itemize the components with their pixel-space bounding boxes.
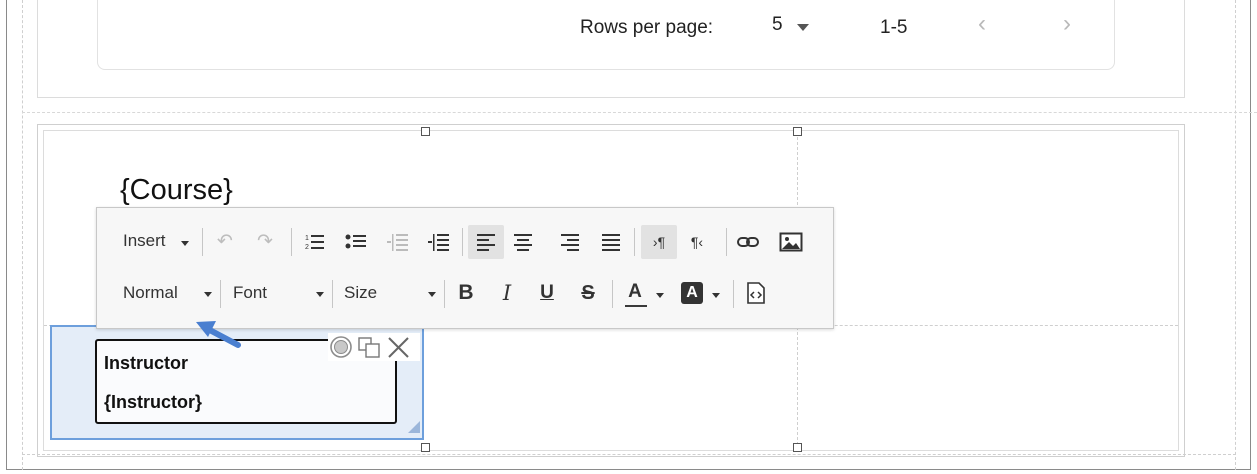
font-select[interactable]: Font <box>233 283 267 303</box>
align-left-button[interactable] <box>468 225 504 259</box>
toolbar-separator <box>202 228 203 256</box>
toolbar-separator <box>733 280 734 308</box>
resize-handle[interactable] <box>793 443 802 452</box>
background-color-button[interactable]: A <box>681 282 703 304</box>
caret-down-icon[interactable] <box>316 292 324 297</box>
bulleted-list-icon[interactable] <box>345 232 367 252</box>
link-icon[interactable] <box>736 232 760 252</box>
insert-menu[interactable]: Insert <box>123 231 166 251</box>
section-divider <box>22 112 1257 113</box>
caret-down-icon[interactable] <box>428 292 436 297</box>
toolbar-separator <box>444 280 445 308</box>
align-center-icon[interactable] <box>512 232 534 252</box>
toolbar-separator <box>726 228 727 256</box>
image-icon[interactable] <box>779 231 803 253</box>
close-icon[interactable] <box>388 337 409 358</box>
settings-icon[interactable] <box>330 336 352 358</box>
italic-button[interactable]: I <box>496 281 518 305</box>
numbered-list-icon[interactable]: 12 <box>305 232 325 252</box>
resize-handle[interactable] <box>793 127 802 136</box>
svg-text:2: 2 <box>305 244 309 251</box>
resize-handle[interactable] <box>421 127 430 136</box>
ltr-icon[interactable]: ›¶ <box>641 225 677 259</box>
guide-line <box>22 0 23 470</box>
strikethrough-button[interactable]: S <box>577 281 599 305</box>
undo-icon[interactable]: ↶ <box>212 230 238 254</box>
instructor-label: Instructor <box>104 353 189 373</box>
resize-handle[interactable] <box>421 443 430 452</box>
toolbar-separator <box>612 280 613 308</box>
decrease-indent-icon[interactable] <box>387 232 409 252</box>
chevron-right-icon[interactable]: › <box>1063 10 1071 38</box>
rows-per-page-label: Rows per page: <box>580 17 714 38</box>
toolbar-separator <box>634 228 635 256</box>
rtl-icon[interactable]: ¶‹ <box>682 230 712 254</box>
toolbar-separator <box>332 280 333 308</box>
toolbar-separator <box>220 280 221 308</box>
rich-text-toolbar <box>96 207 834 329</box>
justify-icon[interactable] <box>600 232 622 252</box>
size-select[interactable]: Size <box>344 283 377 303</box>
svg-text:1: 1 <box>305 235 309 242</box>
guide-line <box>1235 0 1236 470</box>
caret-down-icon[interactable] <box>204 292 212 297</box>
toolbar-separator <box>462 228 463 256</box>
annotation-arrow <box>190 315 250 355</box>
page-range: 1-5 <box>880 17 908 38</box>
caret-down-icon[interactable] <box>656 293 664 298</box>
course-placeholder[interactable]: {Course} <box>120 174 233 207</box>
caret-down-icon[interactable] <box>797 24 809 31</box>
format-select[interactable]: Normal <box>123 283 178 303</box>
duplicate-icon[interactable] <box>358 337 380 358</box>
toolbar-separator <box>291 228 292 256</box>
resize-grip-icon[interactable] <box>408 421 420 433</box>
text-color-button[interactable]: A <box>624 280 646 304</box>
align-left-icon <box>477 234 495 251</box>
caret-down-icon[interactable] <box>181 241 189 246</box>
caret-down-icon[interactable] <box>712 293 720 298</box>
text-color-bar <box>625 305 647 307</box>
widget-actions <box>328 333 420 361</box>
chevron-left-icon[interactable]: ‹ <box>978 10 986 38</box>
instructor-value: {Instructor} <box>104 392 203 412</box>
bold-button[interactable]: B <box>455 281 477 305</box>
rows-per-page-select[interactable]: 5 <box>772 14 783 36</box>
underline-button[interactable]: U <box>536 281 558 305</box>
increase-indent-icon[interactable] <box>428 232 450 252</box>
source-icon[interactable] <box>746 282 766 304</box>
redo-icon[interactable]: ↷ <box>252 230 278 254</box>
align-right-icon[interactable] <box>559 232 581 252</box>
